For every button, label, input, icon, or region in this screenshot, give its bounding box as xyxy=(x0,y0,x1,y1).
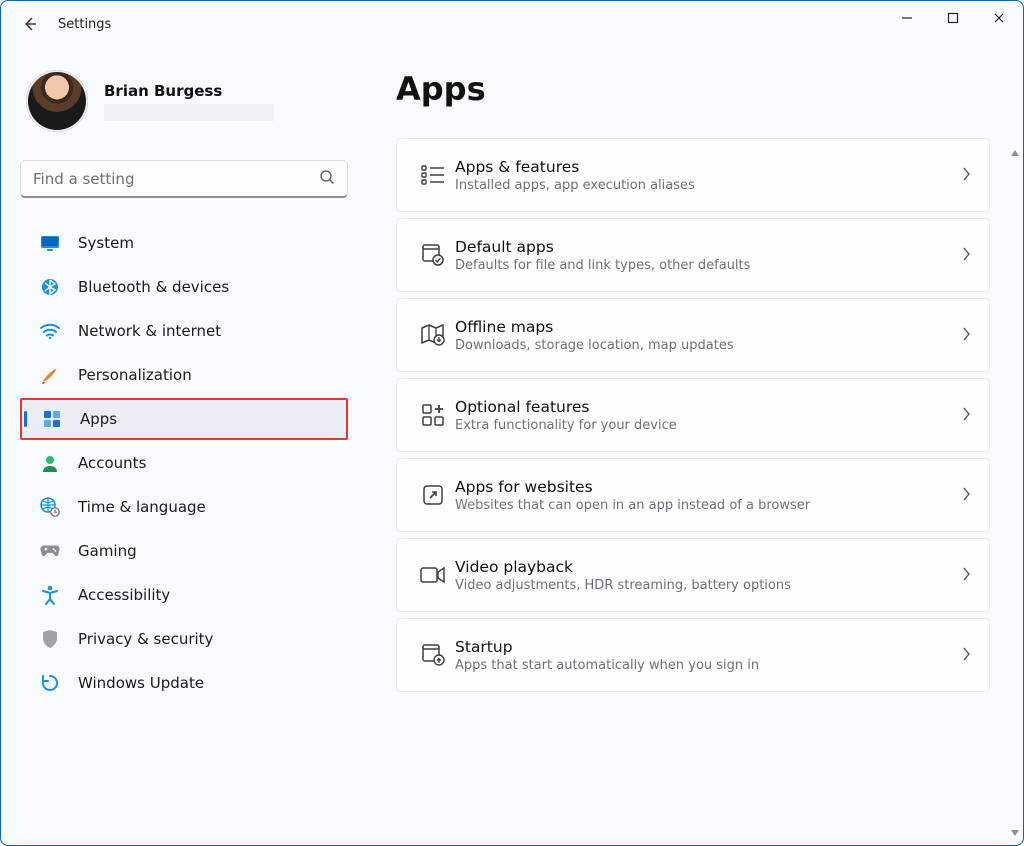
sidebar-item-label: Accessibility xyxy=(78,586,170,604)
sidebar-item-gaming[interactable]: Gaming xyxy=(20,530,348,572)
search-input[interactable] xyxy=(33,170,319,188)
sidebar-item-label: Network & internet xyxy=(78,322,221,340)
chevron-right-icon xyxy=(961,486,971,505)
sidebar-item-network[interactable]: Network & internet xyxy=(20,310,348,352)
card-sub: Video adjustments, HDR streaming, batter… xyxy=(455,578,791,593)
map-icon xyxy=(411,324,455,346)
sidebar-item-label: System xyxy=(78,234,134,252)
card-title: Offline maps xyxy=(455,318,734,336)
sidebar: Brian Burgess System Bluetooth & dev xyxy=(0,48,368,846)
monitor-icon xyxy=(40,233,60,253)
list-icon xyxy=(411,165,455,185)
open-external-icon xyxy=(411,484,455,506)
card-sub: Websites that can open in an app instead… xyxy=(455,498,810,513)
startup-icon xyxy=(411,644,455,666)
search-input-wrap[interactable] xyxy=(20,160,348,198)
scroll-up-arrow[interactable] xyxy=(1008,146,1022,160)
grid-plus-icon xyxy=(411,404,455,426)
card-offline-maps[interactable]: Offline maps Downloads, storage location… xyxy=(396,298,990,372)
minimize-button[interactable] xyxy=(884,2,930,34)
sidebar-item-label: Privacy & security xyxy=(78,630,213,648)
card-optional-features[interactable]: Optional features Extra functionality fo… xyxy=(396,378,990,452)
sidebar-item-accounts[interactable]: Accounts xyxy=(20,442,348,484)
card-apps-features[interactable]: Apps & features Installed apps, app exec… xyxy=(396,138,990,212)
default-app-icon xyxy=(411,244,455,266)
sidebar-item-accessibility[interactable]: Accessibility xyxy=(20,574,348,616)
window-title: Settings xyxy=(58,17,111,32)
sidebar-nav: System Bluetooth & devices Network & int… xyxy=(20,222,348,704)
shield-icon xyxy=(40,629,60,649)
caption-buttons xyxy=(884,2,1022,34)
card-title: Startup xyxy=(455,638,759,656)
maximize-button[interactable] xyxy=(930,2,976,34)
chevron-right-icon xyxy=(961,646,971,665)
person-icon xyxy=(40,453,60,473)
card-startup[interactable]: Startup Apps that start automatically wh… xyxy=(396,618,990,692)
card-sub: Downloads, storage location, map updates xyxy=(455,338,734,353)
wifi-icon xyxy=(40,321,60,341)
sidebar-item-time-language[interactable]: Time & language xyxy=(20,486,348,528)
scroll-down-arrow[interactable] xyxy=(1008,826,1022,840)
sidebar-item-label: Accounts xyxy=(78,454,146,472)
sidebar-item-label: Personalization xyxy=(78,366,192,384)
profile-name: Brian Burgess xyxy=(104,82,274,100)
avatar xyxy=(26,70,88,132)
card-title: Optional features xyxy=(455,398,677,416)
card-title: Video playback xyxy=(455,558,791,576)
profile-email-placeholder xyxy=(104,104,274,121)
main-pane: Apps Apps & features Installed apps, app… xyxy=(368,48,1024,846)
chevron-right-icon xyxy=(961,406,971,425)
card-sub: Extra functionality for your device xyxy=(455,418,677,433)
update-icon xyxy=(40,673,60,693)
titlebar: Settings xyxy=(0,0,1024,48)
sidebar-item-windows-update[interactable]: Windows Update xyxy=(20,662,348,704)
card-video-playback[interactable]: Video playback Video adjustments, HDR st… xyxy=(396,538,990,612)
card-sub: Apps that start automatically when you s… xyxy=(455,658,759,673)
accessibility-icon xyxy=(40,585,60,605)
profile-block[interactable]: Brian Burgess xyxy=(20,70,348,132)
chevron-right-icon xyxy=(961,246,971,265)
chevron-right-icon xyxy=(961,566,971,585)
globe-clock-icon xyxy=(40,497,60,517)
card-sub: Installed apps, app execution aliases xyxy=(455,178,695,193)
sidebar-item-label: Gaming xyxy=(78,542,137,560)
card-title: Default apps xyxy=(455,238,750,256)
bluetooth-icon xyxy=(40,277,60,297)
sidebar-item-label: Time & language xyxy=(78,498,206,516)
search-icon xyxy=(319,169,335,189)
sidebar-item-apps[interactable]: Apps xyxy=(20,398,348,440)
gamepad-icon xyxy=(40,541,60,561)
chevron-right-icon xyxy=(961,166,971,185)
paintbrush-icon xyxy=(40,365,60,385)
sidebar-item-label: Windows Update xyxy=(78,674,204,692)
sidebar-item-privacy[interactable]: Privacy & security xyxy=(20,618,348,660)
back-button[interactable] xyxy=(22,15,40,33)
sidebar-item-label: Apps xyxy=(80,410,117,428)
settings-cards: Apps & features Installed apps, app exec… xyxy=(396,138,990,692)
video-icon xyxy=(411,566,455,584)
card-title: Apps & features xyxy=(455,158,695,176)
card-sub: Defaults for file and link types, other … xyxy=(455,258,750,273)
chevron-right-icon xyxy=(961,326,971,345)
close-button[interactable] xyxy=(976,2,1022,34)
page-title: Apps xyxy=(396,70,990,108)
card-apps-for-websites[interactable]: Apps for websites Websites that can open… xyxy=(396,458,990,532)
apps-icon xyxy=(42,409,62,429)
sidebar-item-personalization[interactable]: Personalization xyxy=(20,354,348,396)
card-default-apps[interactable]: Default apps Defaults for file and link … xyxy=(396,218,990,292)
sidebar-item-bluetooth[interactable]: Bluetooth & devices xyxy=(20,266,348,308)
sidebar-item-system[interactable]: System xyxy=(20,222,348,264)
sidebar-item-label: Bluetooth & devices xyxy=(78,278,229,296)
card-title: Apps for websites xyxy=(455,478,810,496)
